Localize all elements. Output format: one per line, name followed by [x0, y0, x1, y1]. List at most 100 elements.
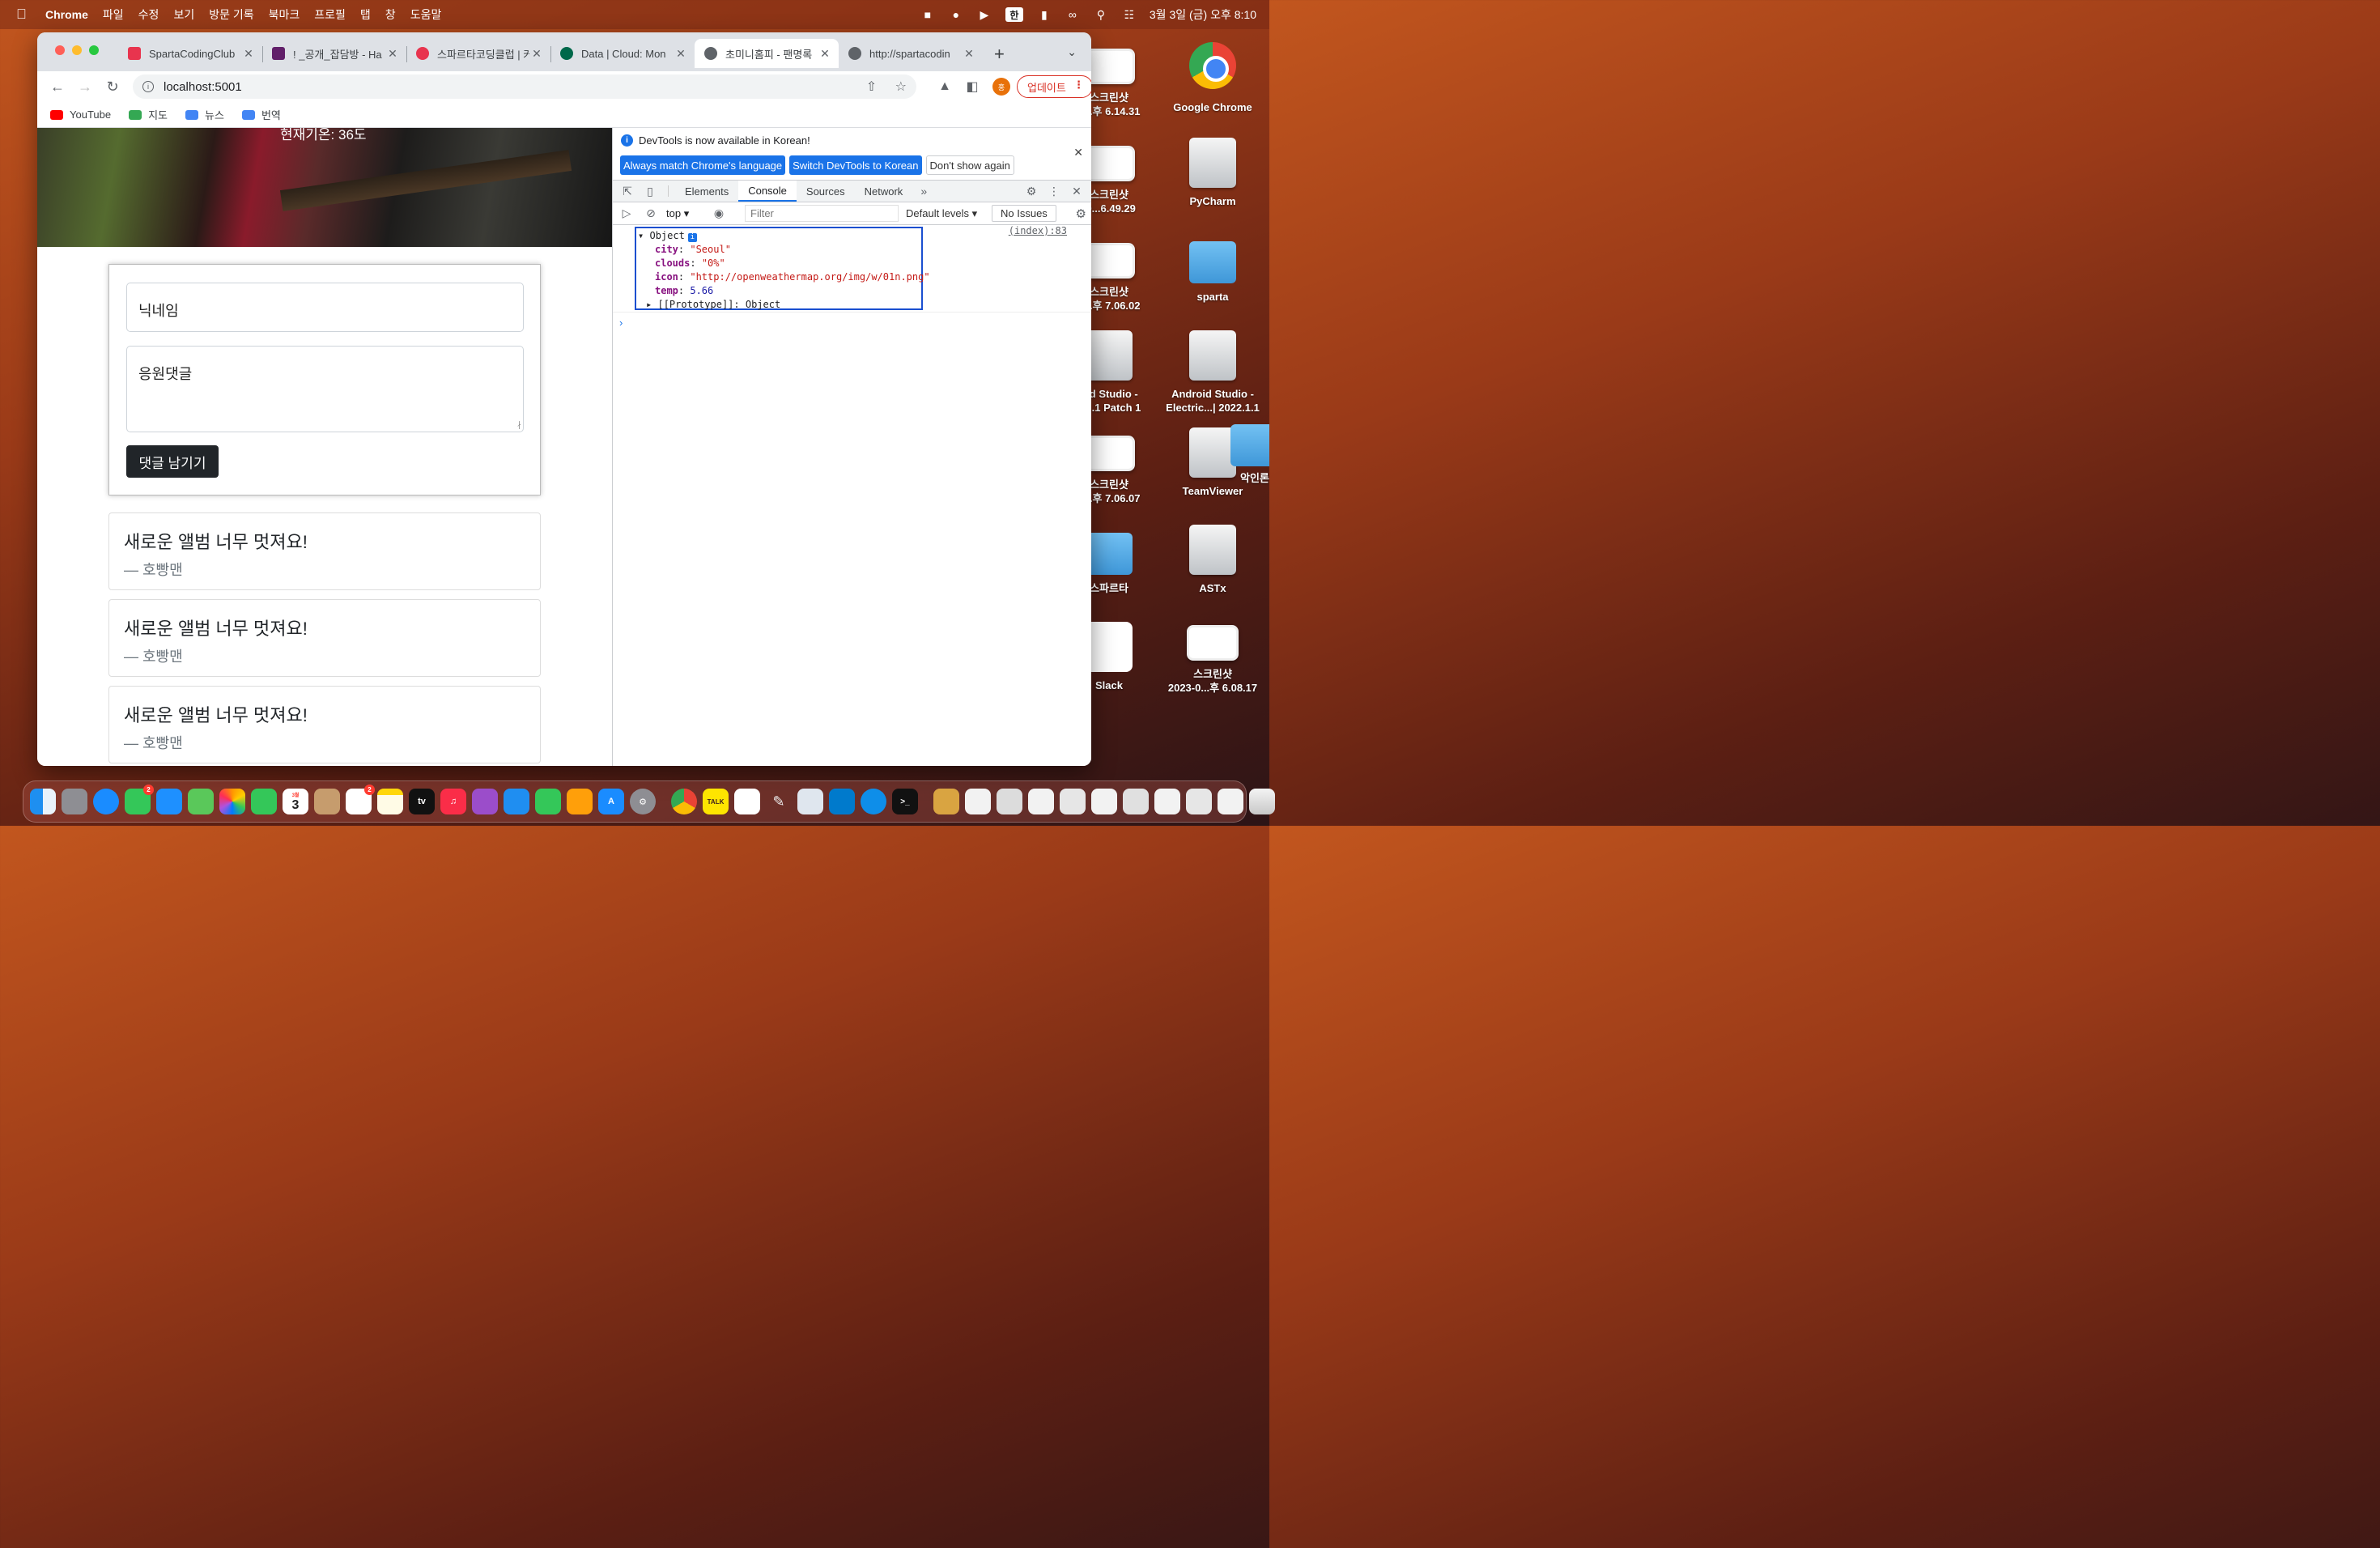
dock-safari-icon[interactable] [93, 789, 119, 814]
desktop-icon-screenshot-5[interactable]: 스크린샷 2023-0...후 6.08.17 [1164, 617, 1261, 695]
desktop-icon-android-studio[interactable]: Android Studio - Electric...| 2022.1.1 [1164, 330, 1261, 415]
object-preview[interactable]: ▾ Object i city: "Seoul" clouds: "0%" ico… [635, 227, 930, 312]
minimize-window-button[interactable] [72, 45, 82, 55]
dock-music-icon[interactable]: ♫ [440, 789, 466, 814]
submit-comment-button[interactable]: 댓글 남기기 [126, 445, 219, 478]
nickname-input[interactable]: 닉네임 [126, 283, 524, 332]
dock-recent-doc-6-icon[interactable] [1123, 789, 1149, 814]
dock-launchpad-icon[interactable] [62, 789, 87, 814]
dock-keynote-icon[interactable] [504, 789, 529, 814]
tab-sparta-coding-club[interactable]: SpartaCodingClub ✕ [118, 39, 262, 68]
security-shield-icon[interactable]: ■ [920, 7, 935, 22]
info-badge-icon[interactable]: i [687, 233, 697, 242]
dock-calendar-icon[interactable]: 3월 3 [283, 789, 308, 814]
bookmark-star-icon[interactable]: ☆ [895, 80, 907, 94]
object-header[interactable]: ▾ Object i [636, 229, 921, 243]
zoom-window-button[interactable] [89, 45, 99, 55]
dock-preview-icon[interactable] [797, 789, 823, 814]
comment-textarea[interactable]: 응원댓글 ∤ [126, 346, 524, 432]
tab-close-icon[interactable]: ✕ [818, 47, 832, 61]
app-menu[interactable]: Chrome [45, 8, 88, 21]
dock-trash-icon[interactable] [1249, 789, 1275, 814]
close-window-button[interactable] [55, 45, 65, 55]
menu-bookmarks[interactable]: 북마크 [269, 6, 300, 23]
reload-icon[interactable]: ↻ [99, 79, 126, 96]
more-tabs-chevron-icon[interactable]: » [912, 181, 935, 202]
dock-podcasts-icon[interactable] [472, 789, 498, 814]
desktop-icon-sparta-folder[interactable]: sparta [1164, 233, 1261, 304]
tab-sources[interactable]: Sources [797, 181, 855, 202]
dock-recent-doc-8-icon[interactable] [1186, 789, 1212, 814]
collapsed-triangle-icon[interactable]: ▸ [646, 299, 652, 310]
tab-console[interactable]: Console [738, 181, 797, 202]
dock-photos-icon[interactable] [219, 789, 245, 814]
dock-pages-icon[interactable] [567, 789, 593, 814]
menu-window[interactable]: 창 [385, 6, 396, 23]
device-toolbar-icon[interactable]: ▯ [639, 181, 661, 202]
tab-network[interactable]: Network [855, 181, 913, 202]
side-panel-icon[interactable]: ◧ [958, 79, 986, 95]
issues-button[interactable]: No Issues [992, 205, 1056, 222]
console-filter-input[interactable]: Filter [745, 205, 899, 222]
menu-edit[interactable]: 수정 [138, 6, 159, 23]
dock-vscode-icon[interactable] [829, 789, 855, 814]
link-icon[interactable]: ∞ [1065, 7, 1080, 22]
dock-system-settings-icon[interactable]: ⚙ [630, 789, 656, 814]
site-info-icon[interactable]: i [142, 81, 154, 92]
dock-notes-icon[interactable] [377, 789, 403, 814]
resize-grip-icon[interactable]: ∤ [517, 421, 521, 430]
tab-search-chevron-icon[interactable]: ⌄ [1067, 45, 1077, 59]
input-source-indicator[interactable]: 한 [1005, 7, 1023, 22]
apple-menu-icon[interactable]:  [16, 6, 32, 23]
dock-recent-doc-2-icon[interactable] [997, 789, 1022, 814]
dock-maps-icon[interactable] [188, 789, 214, 814]
search-icon[interactable]: ⚲ [1094, 7, 1108, 22]
bookmark-maps[interactable]: 지도 [129, 107, 168, 122]
dock-pen-icon[interactable]: ✎ [766, 789, 792, 814]
dock-terminal-icon[interactable]: >_ [892, 789, 918, 814]
menu-history[interactable]: 방문 기록 [209, 6, 253, 23]
desktop-icon-astx[interactable]: ASTx [1164, 525, 1261, 595]
dock-downloads-stack-icon[interactable] [933, 789, 959, 814]
dock-chrome-icon[interactable] [671, 789, 697, 814]
menu-view[interactable]: 보기 [173, 6, 194, 23]
menu-file[interactable]: 파일 [103, 6, 124, 23]
dock-contacts-icon[interactable] [314, 789, 340, 814]
bookmark-news[interactable]: 뉴스 [185, 107, 224, 122]
dock-recent-doc-4-icon[interactable] [1060, 789, 1086, 814]
sidebar-toggle-icon[interactable]: ▷ [614, 206, 639, 220]
dock-mail-icon[interactable] [156, 789, 182, 814]
dock-reminders-icon[interactable]: 2 [346, 785, 375, 814]
console-prompt-chevron-icon[interactable]: › [619, 317, 623, 329]
bookmark-youtube[interactable]: YouTube [50, 108, 111, 121]
prototype-row[interactable]: ▸ [[Prototype]]: Object [636, 298, 921, 312]
expand-triangle-icon[interactable]: ▾ [638, 230, 644, 241]
address-bar[interactable]: i localhost:5001 ⇧ ☆ [133, 74, 916, 99]
dock-teamviewer-icon[interactable] [861, 789, 886, 814]
clock[interactable]: 3월 3일 (금) 오후 8:10 [1150, 6, 1256, 23]
context-selector[interactable]: top ▾ [666, 207, 707, 220]
tab-close-icon[interactable]: ✕ [241, 47, 256, 61]
log-levels-dropdown[interactable]: Default levels ▾ [906, 207, 977, 220]
dock-messages-icon[interactable]: 2 [125, 785, 154, 814]
dock-kakaotalk-icon[interactable]: TALK [703, 789, 729, 814]
tab-mongodb[interactable]: Data | Cloud: Mon ✕ [550, 39, 695, 68]
menu-profile[interactable]: 프로필 [314, 6, 346, 23]
live-expression-eye-icon[interactable]: ◉ [707, 206, 731, 220]
console-settings-gear-icon[interactable]: ⚙ [1076, 206, 1086, 221]
tab-fan-guestbook[interactable]: 초미니홈피 - 팬명록 ✕ [695, 39, 839, 68]
tab-sparta-kr[interactable]: 스파르타코딩클럽 | 커 ✕ [406, 39, 550, 68]
dock-facetime-icon[interactable] [251, 789, 277, 814]
update-button[interactable]: 업데이트 ⋮ [1017, 75, 1091, 98]
desktop-icon-partial-folder[interactable]: 악인론 [1221, 424, 1269, 485]
back-arrow-icon[interactable]: ← [44, 79, 71, 96]
desktop-icon-pycharm[interactable]: PyCharm [1164, 138, 1261, 208]
battery-icon[interactable]: ▮ [1037, 7, 1052, 22]
dock-recent-doc-7-icon[interactable] [1154, 789, 1180, 814]
new-tab-plus-icon[interactable]: + [994, 44, 1005, 65]
more-options-icon[interactable]: ⋮ [1043, 185, 1065, 198]
tab-sparta-url[interactable]: http://spartacodin ✕ [839, 39, 983, 68]
control-center-icon[interactable]: ☷ [1122, 7, 1137, 22]
inspect-element-icon[interactable]: ⇱ [616, 181, 639, 202]
dock-recent-doc-5-icon[interactable] [1091, 789, 1117, 814]
